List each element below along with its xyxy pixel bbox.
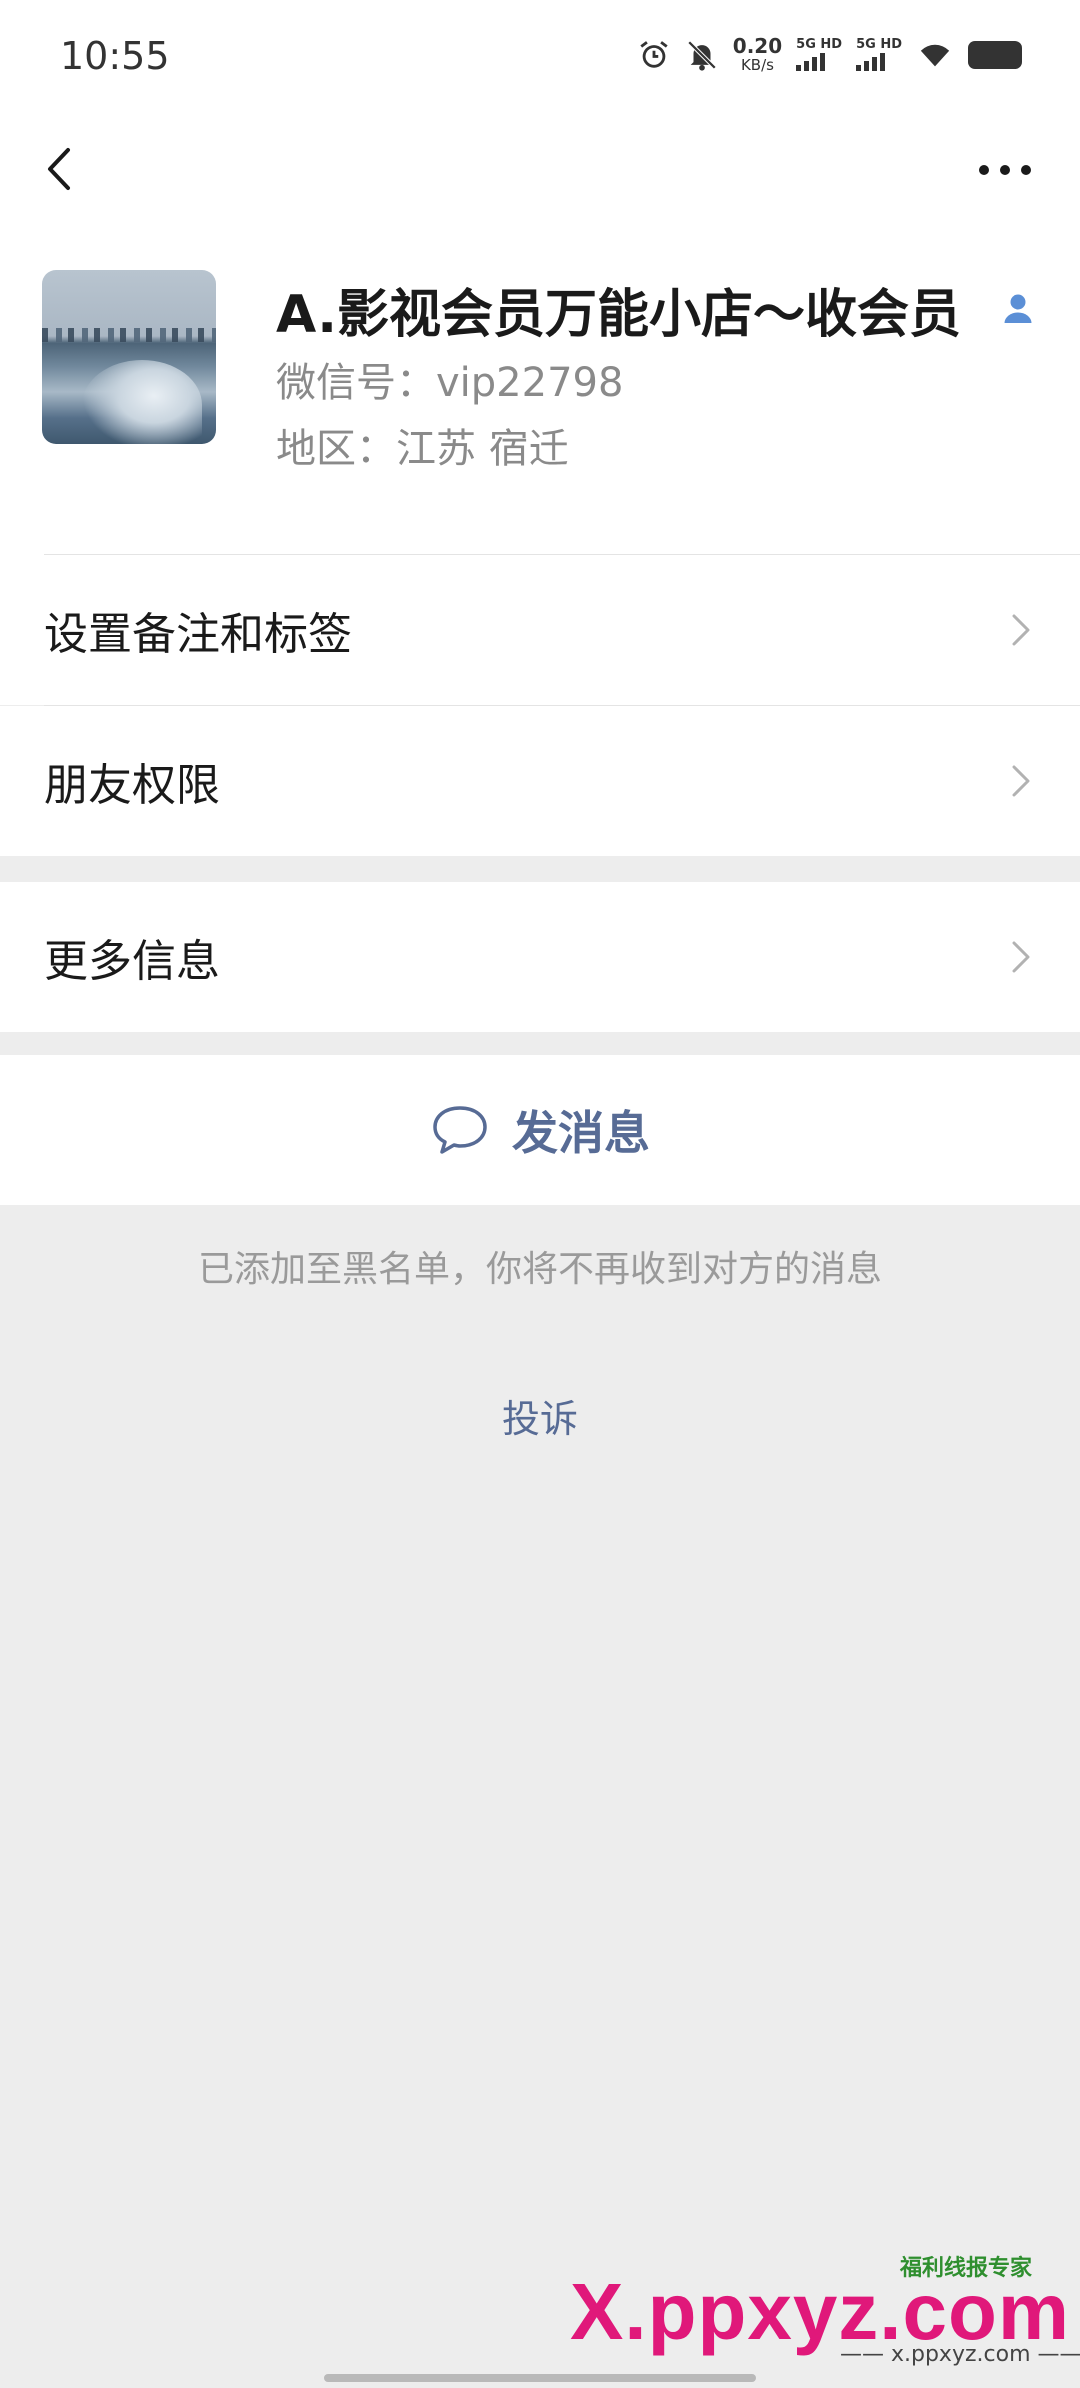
watermark-url: —— x.ppxyz.com —— bbox=[840, 2342, 1080, 2367]
blocked-notice: 已添加至黑名单，你将不再收到对方的消息 bbox=[197, 1249, 882, 1290]
wifi-icon bbox=[920, 44, 950, 66]
row-friend-permissions[interactable]: 朋友权限 bbox=[0, 706, 1080, 856]
signal-bars-icon bbox=[796, 53, 826, 71]
back-button[interactable] bbox=[32, 134, 92, 204]
wechat-id: 微信号：vip22798 bbox=[276, 360, 624, 406]
watermark: 福利线报专家 X.ppxyz.com —— x.ppxyz.com —— bbox=[570, 2250, 1080, 2370]
row-label: 更多信息 bbox=[44, 936, 220, 987]
contact-person-icon bbox=[1004, 294, 1032, 323]
profile-header: A.影视会员万能小店～收会员 微信号：vip22798 地区：江苏 宿迁 bbox=[0, 220, 1080, 555]
alarm-icon bbox=[640, 40, 668, 68]
signal-sim2: 5G HD bbox=[856, 38, 902, 71]
chevron-right-icon bbox=[1012, 765, 1030, 797]
send-message-button[interactable]: 发消息 bbox=[0, 1055, 1080, 1205]
complaint-link[interactable]: 投诉 bbox=[0, 1388, 1080, 1443]
navbar bbox=[0, 120, 1080, 220]
battery-icon bbox=[968, 40, 1022, 69]
status-time: 10:55 bbox=[60, 34, 170, 78]
home-indicator[interactable] bbox=[324, 2374, 756, 2382]
chevron-right-icon bbox=[1012, 941, 1030, 973]
avatar[interactable] bbox=[42, 270, 216, 444]
row-label: 朋友权限 bbox=[44, 760, 220, 811]
mute-bell-icon bbox=[687, 40, 717, 71]
status-bar: 10:55 0.20 KB/s 5G HD 5G HD bbox=[0, 0, 1080, 120]
row-label: 设置备注和标签 bbox=[44, 609, 352, 660]
network-speed: 0.20 KB/s bbox=[733, 36, 782, 73]
signal-sim1: 5G HD bbox=[796, 38, 842, 71]
chevron-right-icon bbox=[1012, 614, 1030, 646]
send-message-label: 发消息 bbox=[512, 1106, 650, 1160]
contact-nickname: A.影视会员万能小店～收会员 bbox=[276, 285, 961, 345]
sim1-label: 5G HD bbox=[796, 37, 843, 52]
more-button[interactable] bbox=[970, 140, 1040, 200]
status-icons: 0.20 KB/s 5G HD 5G HD bbox=[637, 36, 1022, 73]
row-set-remark-tags[interactable]: 设置备注和标签 bbox=[0, 555, 1080, 705]
network-speed-value: 0.20 bbox=[732, 34, 783, 58]
signal-bars-icon bbox=[856, 53, 886, 71]
contact-region: 地区：江苏 宿迁 bbox=[276, 426, 569, 472]
row-more-info[interactable]: 更多信息 bbox=[0, 882, 1080, 1032]
network-speed-unit: KB/s bbox=[740, 56, 774, 74]
sim2-label: 5G HD bbox=[856, 37, 902, 52]
chat-bubble-icon bbox=[433, 1106, 487, 1154]
